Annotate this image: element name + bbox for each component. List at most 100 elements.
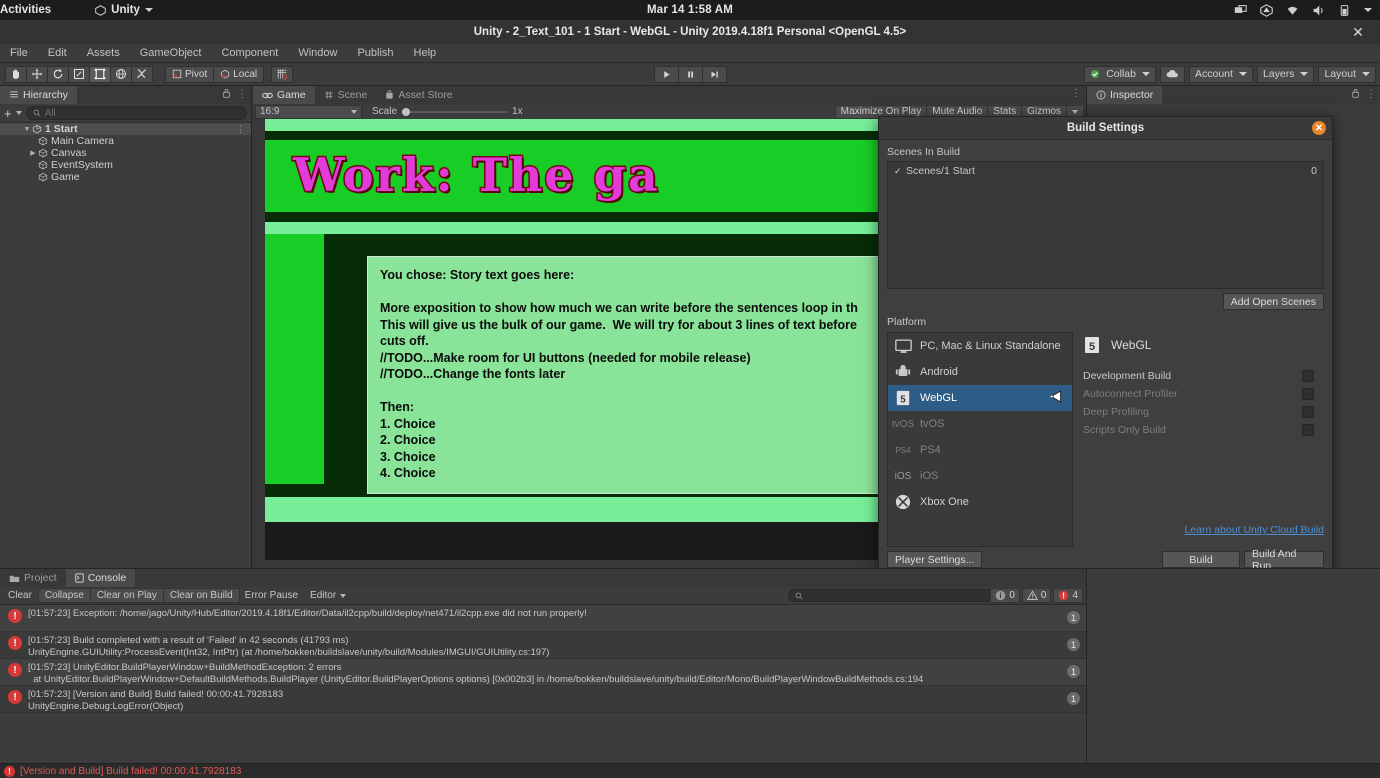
os-clock[interactable]: Mar 14 1:58 AM <box>0 4 1380 16</box>
chevron-down-icon[interactable] <box>15 111 22 115</box>
hierarchy-item-main-camera[interactable]: Main Camera <box>0 135 251 147</box>
rotate-tool-icon[interactable] <box>47 65 69 83</box>
step-button[interactable] <box>702 65 727 83</box>
tray-chevron-down-icon[interactable] <box>1364 8 1372 12</box>
pause-button[interactable] <box>678 65 703 83</box>
platform-item-tvos[interactable]: tvOS tvOS <box>888 411 1072 437</box>
hierarchy-item-eventsystem[interactable]: EventSystem <box>0 159 251 171</box>
kebab-menu-icon[interactable]: ⋮ <box>1366 89 1376 100</box>
console-search-input[interactable] <box>788 589 1006 602</box>
build-button[interactable]: Build <box>1162 551 1240 568</box>
console-counters: 0 0 4 <box>990 588 1083 603</box>
lock-icon[interactable] <box>1351 88 1360 101</box>
option-development-build[interactable]: Development Build <box>1083 368 1324 383</box>
chevron-down-icon <box>340 593 347 598</box>
move-tool-icon[interactable] <box>26 65 48 83</box>
kebab-menu-icon[interactable]: ⋮ <box>1071 88 1081 99</box>
player-settings-button[interactable]: Player Settings... <box>887 551 983 568</box>
rect-tool-icon[interactable] <box>89 65 111 83</box>
menu-edit[interactable]: Edit <box>38 44 77 63</box>
tab-console[interactable]: Console <box>65 569 136 587</box>
platform-item-webgl[interactable]: 5 WebGL <box>888 385 1072 411</box>
clear-on-play-button[interactable]: Clear on Play <box>89 588 164 603</box>
screencast-icon[interactable] <box>1234 4 1247 17</box>
collapse-button[interactable]: Collapse <box>37 588 91 603</box>
console-log-list[interactable]: ! [01:57:23] Exception: /home/jago/Unity… <box>0 605 1086 713</box>
add-gameobject-button[interactable]: + <box>4 107 12 120</box>
info-count[interactable]: 0 <box>990 588 1020 603</box>
hierarchy-search-input[interactable]: All <box>25 106 247 120</box>
unity-cloud-build-link[interactable]: Learn about Unity Cloud Build <box>1184 524 1324 536</box>
kebab-menu-icon[interactable]: ⋮ <box>236 124 245 135</box>
hierarchy-item-game[interactable]: Game <box>0 171 251 183</box>
info-icon <box>1096 90 1106 100</box>
console-log-row[interactable]: ! [01:57:23] Build completed with a resu… <box>0 632 1086 659</box>
error-pause-button[interactable]: Error Pause <box>239 588 304 603</box>
local-button[interactable]: Local <box>213 65 265 83</box>
layout-button[interactable]: Layout <box>1318 65 1376 83</box>
unity-tray-icon[interactable] <box>1260 3 1273 17</box>
hierarchy-item-canvas[interactable]: ▶ Canvas <box>0 147 251 159</box>
cloud-button[interactable] <box>1160 65 1185 83</box>
scale-slider[interactable] <box>402 107 508 116</box>
scale-slider-knob[interactable] <box>402 107 411 116</box>
console-log-row[interactable]: ! [01:57:23] UnityEditor.BuildPlayerWind… <box>0 659 1086 686</box>
snap-grid-icon[interactable] <box>271 65 294 83</box>
battery-icon[interactable] <box>1338 4 1351 17</box>
option-autoconnect-profiler: Autoconnect Profiler <box>1083 386 1324 401</box>
menu-component[interactable]: Component <box>211 44 288 63</box>
tab-asset-store[interactable]: Asset Store <box>376 86 462 104</box>
platform-item-standalone[interactable]: PC, Mac & Linux Standalone <box>888 333 1072 359</box>
transform-tool-icon[interactable] <box>110 65 132 83</box>
play-button[interactable] <box>654 65 679 83</box>
console-log-row[interactable]: ! [01:57:23] Exception: /home/jago/Unity… <box>0 605 1086 632</box>
pivot-button[interactable]: Pivot <box>165 65 215 83</box>
close-icon[interactable]: ✕ <box>1312 121 1326 135</box>
menu-gameobject[interactable]: GameObject <box>130 44 212 63</box>
editor-dropdown[interactable]: Editor <box>304 588 352 603</box>
development-build-checkbox[interactable] <box>1302 369 1314 382</box>
game-view-menu[interactable]: ⋮ <box>1071 88 1081 99</box>
console-log-row[interactable]: ! [01:57:23] [Version and Build] Build f… <box>0 686 1086 713</box>
layers-button[interactable]: Layers <box>1256 65 1315 83</box>
custom-tool-icon[interactable] <box>131 65 153 83</box>
status-bar[interactable]: ! [Version and Build] Build failed! 00:0… <box>0 763 1380 778</box>
aspect-ratio-dropdown[interactable]: 16:9 <box>255 104 362 119</box>
menu-publish[interactable]: Publish <box>347 44 403 63</box>
wifi-icon[interactable] <box>1286 4 1299 17</box>
add-open-scenes-button[interactable]: Add Open Scenes <box>1222 293 1324 310</box>
volume-icon[interactable] <box>1312 4 1325 17</box>
window-close-button[interactable]: ✕ <box>1346 20 1370 44</box>
collab-button[interactable]: Collab <box>1084 65 1156 83</box>
platform-item-ps4[interactable]: PS4 PS4 <box>888 437 1072 463</box>
scale-tool-icon[interactable] <box>68 65 90 83</box>
clear-button[interactable]: Clear <box>2 588 38 603</box>
platform-item-xbox-one[interactable]: Xbox One <box>888 489 1072 515</box>
hierarchy-item-1-start[interactable]: ▼ 1 Start ⋮ <box>0 123 251 135</box>
tab-inspector[interactable]: Inspector <box>1087 86 1163 104</box>
clear-on-build-button[interactable]: Clear on Build <box>162 588 240 603</box>
menu-file[interactable]: File <box>0 44 38 63</box>
twisty-icon[interactable]: ▼ <box>22 126 32 133</box>
account-button[interactable]: Account <box>1189 65 1253 83</box>
scene-checkbox[interactable]: ✓ <box>894 166 906 177</box>
menu-help[interactable]: Help <box>404 44 447 63</box>
twisty-icon[interactable]: ▶ <box>28 149 38 157</box>
hand-tool-icon[interactable] <box>5 65 27 83</box>
scenes-in-build-list[interactable]: ✓ Scenes/1 Start 0 <box>887 161 1324 289</box>
tab-project[interactable]: Project <box>0 569 66 587</box>
scene-row[interactable]: ✓ Scenes/1 Start 0 <box>888 164 1323 178</box>
platform-item-ios[interactable]: iOS iOS <box>888 463 1072 489</box>
tab-hierarchy[interactable]: Hierarchy <box>0 86 77 104</box>
warning-count[interactable]: 0 <box>1021 588 1052 603</box>
build-and-run-button[interactable]: Build And Run <box>1244 548 1324 572</box>
kebab-menu-icon[interactable]: ⋮ <box>237 89 247 100</box>
platform-item-android[interactable]: Android <box>888 359 1072 385</box>
error-count[interactable]: 4 <box>1053 588 1083 603</box>
lock-icon[interactable] <box>222 88 231 101</box>
tab-scene[interactable]: Scene <box>314 86 377 104</box>
platform-list[interactable]: PC, Mac & Linux Standalone Android 5 Web… <box>887 332 1073 547</box>
menu-window[interactable]: Window <box>288 44 347 63</box>
menu-assets[interactable]: Assets <box>77 44 130 63</box>
tab-game[interactable]: Game <box>253 86 315 104</box>
